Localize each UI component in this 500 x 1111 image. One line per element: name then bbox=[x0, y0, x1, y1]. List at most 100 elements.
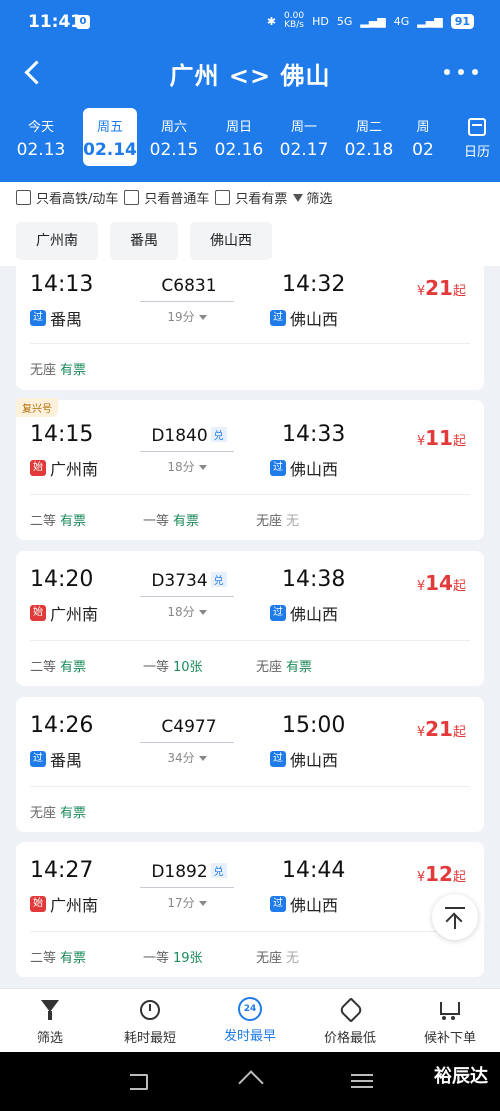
checkbox-icon bbox=[124, 190, 140, 205]
date-tab[interactable]: 周六 02.15 bbox=[145, 108, 203, 166]
arrival-time: 14:38 bbox=[282, 567, 346, 592]
duration-toggle[interactable]: 18分 bbox=[140, 458, 234, 475]
header: 11:41 0 ✱ 0.00 KB/s HD 5G ▂▄▆ 4G ▂▄▆ 91 广… bbox=[0, 0, 500, 182]
filter-checks: 只看高铁/动车 只看普通车 只看有票 筛选 bbox=[16, 188, 332, 207]
system-nav-bar bbox=[0, 1052, 500, 1111]
seat-availability: 二等 有票 一等 19张 无座无 bbox=[30, 947, 369, 966]
train-card[interactable]: 14:13 C6831 14:32 ¥21起 过番禺 19分 过佛山西 无座 有票 bbox=[16, 266, 484, 390]
route-line bbox=[140, 742, 234, 743]
caret-down-icon bbox=[198, 610, 207, 615]
seat-availability: 二等 有票 一等 有票 无座无 bbox=[30, 510, 369, 529]
pass-station-icon: 过 bbox=[270, 460, 286, 476]
seat-class: 二等 有票 bbox=[30, 660, 87, 675]
checkbox-icon bbox=[16, 190, 31, 205]
exchange-badge: 兑 bbox=[210, 863, 227, 878]
date-tab[interactable]: 今天 02.13 bbox=[12, 108, 70, 166]
duration-toggle[interactable]: 17分 bbox=[140, 894, 234, 911]
high-speed-checkbox[interactable]: 只看高铁/动车 bbox=[16, 188, 118, 207]
tab-lowest-price[interactable]: 价格最低 bbox=[300, 989, 400, 1052]
network-4g: 4G bbox=[393, 14, 410, 28]
start-station-icon: 始 bbox=[30, 896, 46, 912]
divider bbox=[30, 931, 470, 932]
calendar-button[interactable]: 日历 bbox=[454, 108, 500, 166]
arrival-station: 过佛山西 bbox=[270, 456, 338, 480]
seat-class: 无座 有票 bbox=[256, 660, 313, 675]
train-card[interactable]: 14:26 C4977 15:00 ¥21起 过番禺 34分 过佛山西 无座 有票 bbox=[16, 697, 484, 832]
departure-station: 始广州南 bbox=[30, 892, 98, 916]
duration-toggle[interactable]: 18分 bbox=[140, 603, 234, 620]
arrival-station: 过佛山西 bbox=[270, 601, 338, 625]
duration-toggle[interactable]: 34分 bbox=[140, 749, 234, 766]
arrival-station: 过佛山西 bbox=[270, 747, 338, 771]
seat-class: 二等 有票 bbox=[30, 951, 87, 966]
price: ¥11起 bbox=[416, 426, 466, 450]
date-tab[interactable]: 周二 02.18 bbox=[340, 108, 398, 166]
timer-icon bbox=[137, 997, 163, 1023]
station-chip[interactable]: 广州南 bbox=[16, 222, 98, 260]
normal-train-checkbox[interactable]: 只看普通车 bbox=[124, 188, 209, 207]
net-speed: 0.00 KB/s bbox=[284, 11, 305, 30]
seat-class: 无座无 bbox=[256, 951, 300, 966]
train-tag: 复兴号 bbox=[16, 398, 58, 417]
seat-class: 无座 有票 bbox=[30, 363, 87, 378]
date-tab[interactable]: 周一 02.17 bbox=[275, 108, 333, 166]
status-indicators: ✱ 0.00 KB/s HD 5G ▂▄▆ 4G ▂▄▆ 91 bbox=[267, 12, 474, 30]
exchange-badge: 兑 bbox=[210, 572, 227, 587]
pass-station-icon: 过 bbox=[30, 310, 46, 326]
caret-down-icon bbox=[198, 315, 207, 320]
tab-filter[interactable]: 筛选 bbox=[0, 989, 100, 1052]
bottom-tab-bar: 筛选 耗时最短 24 发时最早 价格最低 候补下单 bbox=[0, 988, 500, 1052]
filter-bar: 只看高铁/动车 只看普通车 只看有票 筛选 广州南 番禺 佛山西 bbox=[0, 182, 500, 266]
pass-station-icon: 过 bbox=[270, 751, 286, 767]
seat-class: 一等 有票 bbox=[143, 514, 200, 529]
caret-down-icon bbox=[198, 465, 207, 470]
duration-toggle[interactable]: 19分 bbox=[140, 308, 234, 325]
train-card[interactable]: 复兴号 14:15 D1840 兑 14:33 ¥11起 始广州南 18分 过佛山… bbox=[16, 398, 484, 540]
train-card[interactable]: 14:20 D3734 兑 14:38 ¥14起 始广州南 18分 过佛山西 二等… bbox=[16, 551, 484, 686]
station-chips: 广州南 番禺 佛山西 bbox=[16, 222, 272, 260]
route-line bbox=[140, 301, 234, 302]
nav-home-icon[interactable] bbox=[237, 1068, 263, 1094]
station-chip[interactable]: 番禺 bbox=[110, 222, 178, 260]
available-only-checkbox[interactable]: 只看有票 bbox=[215, 188, 287, 207]
signal-icon: ▂▄▆ bbox=[417, 14, 443, 28]
status-time: 11:41 bbox=[28, 12, 83, 32]
seat-availability: 无座 有票 bbox=[30, 359, 143, 378]
date-tab-selected[interactable]: 周五 02.14 bbox=[83, 108, 137, 166]
date-tab[interactable]: 周日 02.16 bbox=[210, 108, 268, 166]
nav-menu-icon[interactable] bbox=[349, 1068, 375, 1094]
caret-down-icon bbox=[198, 901, 207, 906]
scroll-to-top-button[interactable] bbox=[432, 894, 478, 940]
departure-time: 14:13 bbox=[30, 272, 94, 297]
status-bar: 11:41 0 ✱ 0.00 KB/s HD 5G ▂▄▆ 4G ▂▄▆ 91 bbox=[0, 0, 500, 44]
caret-down-icon bbox=[198, 756, 207, 761]
arrival-station: 过佛山西 bbox=[270, 306, 338, 330]
price: ¥21起 bbox=[416, 717, 466, 741]
more-options-button[interactable] bbox=[444, 60, 478, 84]
train-number: D3734 兑 bbox=[146, 571, 232, 591]
date-tab[interactable]: 周 02 bbox=[398, 108, 448, 166]
price: ¥14起 bbox=[416, 571, 466, 595]
seat-class: 无座 有票 bbox=[30, 806, 87, 821]
hd-icon: HD bbox=[312, 14, 329, 28]
arrival-time: 15:00 bbox=[282, 713, 346, 738]
tab-earliest-departure[interactable]: 24 发时最早 bbox=[200, 989, 300, 1052]
seat-class: 一等 10张 bbox=[143, 660, 203, 675]
tab-waitlist-order[interactable]: 候补下单 bbox=[400, 989, 500, 1052]
arrival-time: 14:44 bbox=[282, 858, 346, 883]
nav-back-icon[interactable] bbox=[126, 1068, 152, 1094]
divider bbox=[30, 494, 470, 495]
seat-class: 一等 19张 bbox=[143, 951, 203, 966]
filter-link[interactable]: 筛选 bbox=[293, 188, 332, 207]
price-tag-icon bbox=[337, 997, 363, 1023]
tab-shortest-duration[interactable]: 耗时最短 bbox=[100, 989, 200, 1052]
train-number: D1840 兑 bbox=[146, 426, 232, 446]
filter-icon bbox=[37, 997, 63, 1023]
page-title: 广州 <> 佛山 bbox=[169, 62, 331, 90]
route-line bbox=[140, 451, 234, 452]
divider bbox=[30, 640, 470, 641]
divider bbox=[30, 786, 470, 787]
departure-time: 14:20 bbox=[30, 567, 94, 592]
train-card[interactable]: 14:27 D1892 兑 14:44 ¥12起 始广州南 17分 过佛山西 二等… bbox=[16, 842, 484, 977]
station-chip[interactable]: 佛山西 bbox=[190, 222, 272, 260]
